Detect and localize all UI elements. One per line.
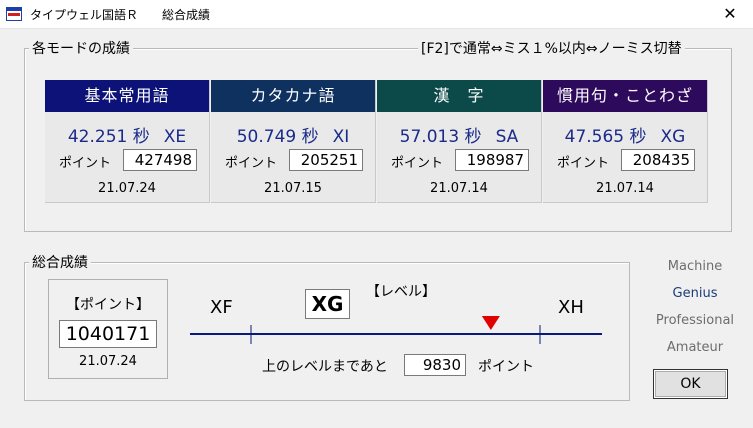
mode-time: 42.251 秒	[67, 127, 150, 147]
mode-time-level: 57.013 秒 SA	[377, 122, 541, 147]
mode-points-value: 198987	[455, 149, 529, 171]
mode-date: 21.07.15	[264, 181, 322, 196]
mode-points-value: 205251	[289, 149, 363, 171]
title-bar: タイプウェル国語Ｒ 総合成績 ✕	[0, 0, 753, 29]
mode-date: 21.07.24	[98, 181, 156, 196]
mode-level: SA	[495, 127, 519, 147]
mode-time-level: 42.251 秒 XE	[45, 122, 209, 147]
mode-toggle-hint: [F2]で通常⇔ミス１%以内⇔ノーミス切替	[418, 38, 685, 58]
mode-date: 21.07.14	[596, 181, 654, 196]
mode-level: XI	[332, 127, 350, 147]
mode-card: 慣用句・ことわざ 47.565 秒 XG ポイント 208435 21.07.14	[543, 80, 708, 203]
total-points-box: 【ポイント】 1040171 21.07.24	[48, 279, 168, 379]
level-list-item: Genius	[672, 286, 718, 301]
remaining-suffix: ポイント	[478, 359, 534, 375]
modes-group-label: 各モードの成績	[29, 38, 133, 58]
level-progress-scale	[190, 316, 602, 344]
total-points-header: 【ポイント】	[66, 297, 150, 313]
level-header: 【レベル】	[366, 284, 436, 300]
mode-time: 50.749 秒	[236, 127, 319, 147]
point-label: ポイント	[391, 156, 444, 171]
mode-time-level: 50.749 秒 XI	[211, 122, 375, 147]
close-button[interactable]: ✕	[707, 0, 753, 28]
mode-level: XE	[163, 127, 187, 147]
window-title: タイプウェル国語Ｒ 総合成績	[30, 8, 211, 22]
mode-card: 基本常用語 42.251 秒 XE ポイント 427498 21.07.24	[45, 80, 210, 203]
mode-card: カタカナ語 50.749 秒 XI ポイント 205251 21.07.15	[211, 80, 376, 203]
remaining-points-box: 9830	[404, 354, 466, 376]
point-label: ポイント	[557, 156, 610, 171]
app-window-icon	[6, 7, 22, 21]
mode-time: 47.565 秒	[564, 127, 647, 147]
mode-level: XG	[660, 127, 686, 147]
ok-button[interactable]: OK	[653, 369, 728, 399]
progress-marker	[481, 316, 500, 330]
mode-title: 漢 字	[377, 80, 541, 112]
mode-time-level: 47.565 秒 XG	[543, 122, 707, 147]
remaining-prefix: 上のレベルまであと	[262, 359, 388, 375]
level-list-item: Professional	[655, 313, 735, 328]
mode-time: 57.013 秒	[399, 127, 482, 147]
level-list-item: Amateur	[666, 340, 724, 355]
mode-title: 基本常用語	[45, 80, 209, 112]
total-group-label: 総合成績	[29, 252, 91, 272]
mode-card: 漢 字 57.013 秒 SA ポイント 198987 21.07.14	[377, 80, 542, 203]
total-points-value: 1040171	[59, 320, 157, 348]
total-points-date: 21.07.24	[79, 354, 137, 369]
mode-date: 21.07.14	[430, 181, 488, 196]
mode-points-value: 208435	[621, 149, 695, 171]
mode-points-value: 427498	[123, 149, 197, 171]
score-window: タイプウェル国語Ｒ 総合成績 ✕ 各モードの成績 [F2]で通常⇔ミス１%以内⇔…	[0, 0, 753, 428]
level-list-item: Machine	[667, 259, 723, 274]
point-label: ポイント	[59, 156, 112, 171]
point-label: ポイント	[225, 156, 278, 171]
mode-title: カタカナ語	[211, 80, 375, 112]
mode-title: 慣用句・ことわざ	[543, 80, 707, 112]
close-icon: ✕	[723, 4, 737, 23]
